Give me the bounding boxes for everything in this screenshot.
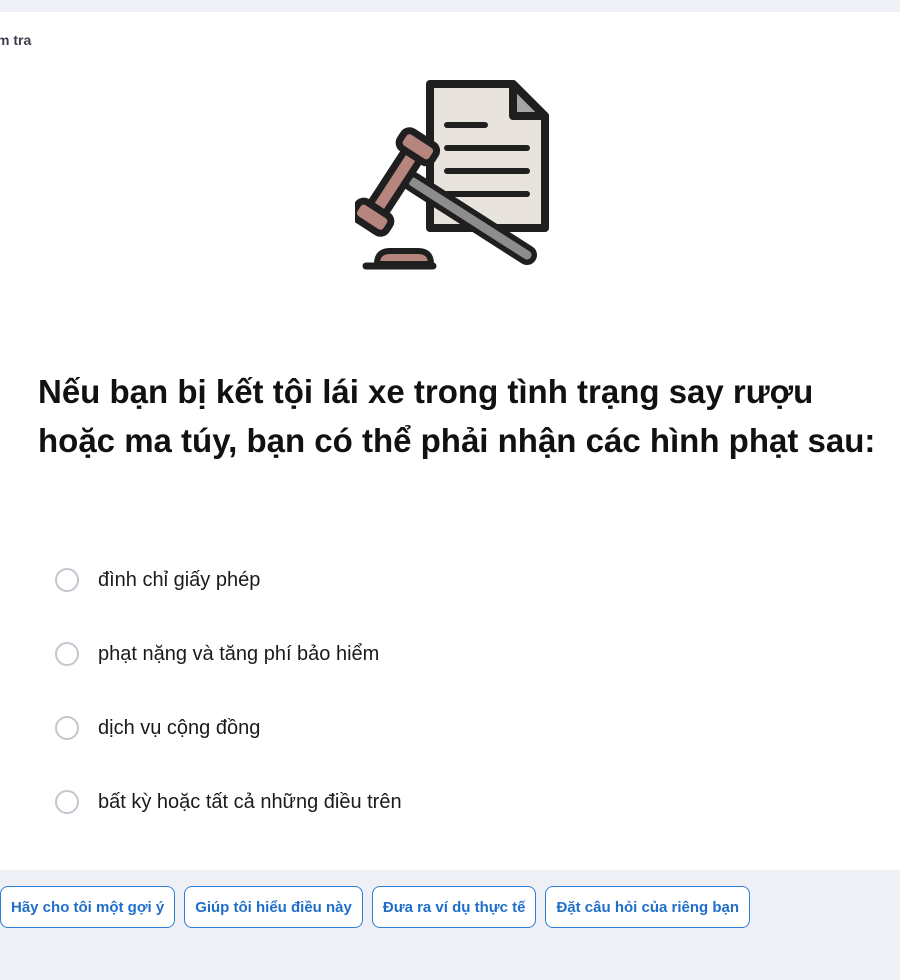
answer-option[interactable]: dịch vụ cộng đồng — [55, 708, 855, 748]
real-example-button[interactable]: Đưa ra ví dụ thực tế — [371, 886, 537, 928]
explain-button[interactable]: Giúp tôi hiểu điều này — [184, 886, 363, 928]
answer-option-label: dịch vụ cộng đồng — [98, 716, 261, 739]
gavel-document-icon — [355, 80, 549, 270]
answer-options: đình chỉ giấy phép phạt nặng và tăng phí… — [55, 560, 855, 856]
answer-option[interactable]: đình chỉ giấy phép — [55, 560, 855, 600]
answer-option-label: phạt nặng và tăng phí bảo hiểm — [98, 642, 380, 665]
answer-option-label: bất kỳ hoặc tất cả những điều trên — [98, 790, 402, 813]
answer-option[interactable]: bất kỳ hoặc tất cả những điều trên — [55, 782, 855, 822]
answer-option-label: đình chỉ giấy phép — [98, 568, 261, 591]
hint-button[interactable]: Hãy cho tôi một gợi ý — [0, 886, 176, 928]
answer-option[interactable]: phạt nặng và tăng phí bảo hiểm — [55, 634, 855, 674]
suggestion-chips: Hãy cho tôi một gợi ý Giúp tôi hiểu điều… — [0, 886, 751, 928]
question-text: Nếu bạn bị kết tội lái xe trong tình trạ… — [38, 373, 876, 459]
ask-own-question-button[interactable]: Đặt câu hỏi của riêng bạn — [545, 886, 751, 928]
radio-button[interactable] — [55, 642, 79, 666]
breadcrumb: m tra — [0, 32, 32, 48]
radio-button[interactable] — [55, 716, 79, 740]
radio-button[interactable] — [55, 790, 79, 814]
radio-button[interactable] — [55, 568, 79, 592]
